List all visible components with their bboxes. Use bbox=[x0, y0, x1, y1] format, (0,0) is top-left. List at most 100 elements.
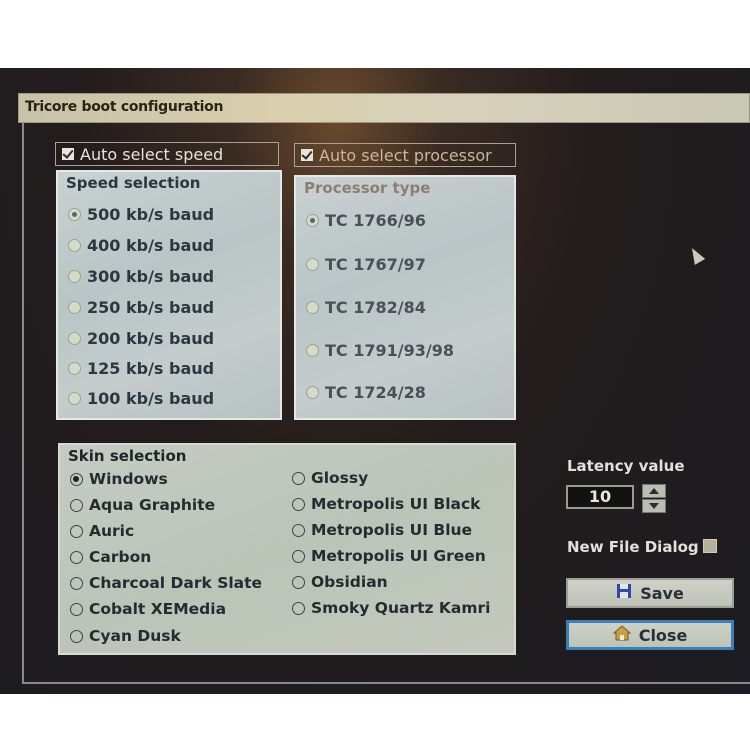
processor-option-tc1767[interactable]: TC 1767/97 bbox=[306, 255, 426, 274]
skin-option-label: Glossy bbox=[311, 469, 369, 487]
latency-decrement-button[interactable] bbox=[642, 499, 666, 513]
skin-option-metropolis-blue[interactable]: Metropolis UI Blue bbox=[292, 521, 472, 539]
radio-icon bbox=[70, 550, 83, 564]
speed-option-500[interactable]: 500 kb/s baud bbox=[68, 205, 214, 224]
skin-option-obsidian[interactable]: Obsidian bbox=[292, 573, 388, 591]
radio-icon bbox=[70, 576, 83, 590]
skin-selection-group: Skin selection Windows Aqua Graphite Aur… bbox=[58, 443, 516, 655]
latency-value-input[interactable]: 10 bbox=[566, 485, 634, 509]
speed-option-300[interactable]: 300 kb/s baud bbox=[68, 267, 214, 286]
close-button[interactable]: Close bbox=[566, 620, 734, 650]
speed-option-label: 200 kb/s baud bbox=[87, 329, 215, 348]
speed-option-200[interactable]: 200 kb/s baud bbox=[68, 329, 214, 348]
skin-option-label: Auric bbox=[89, 522, 135, 540]
radio-selected-icon bbox=[68, 208, 81, 221]
skin-option-label: Obsidian bbox=[311, 573, 388, 591]
radio-icon bbox=[306, 258, 319, 271]
processor-option-label: TC 1791/93/98 bbox=[325, 341, 454, 360]
processor-option-label: TC 1782/84 bbox=[325, 298, 426, 317]
new-file-dialog-checkbox[interactable] bbox=[703, 539, 717, 553]
skin-option-cyan-dusk[interactable]: Cyan Dusk bbox=[70, 627, 181, 645]
processor-option-tc1766[interactable]: TC 1766/96 bbox=[306, 211, 426, 230]
skin-option-cobalt-xemedia[interactable]: Cobalt XEMedia bbox=[70, 600, 226, 618]
radio-icon bbox=[306, 301, 319, 314]
checkbox-checked-icon bbox=[62, 148, 74, 160]
radio-selected-icon bbox=[306, 214, 319, 227]
skin-option-label: Aqua Graphite bbox=[89, 496, 216, 514]
new-file-dialog-label: New File Dialog bbox=[567, 538, 699, 556]
speed-option-label: 300 kb/s baud bbox=[87, 267, 215, 286]
speed-option-label: 250 kb/s baud bbox=[87, 298, 215, 317]
latency-increment-button[interactable] bbox=[642, 484, 666, 498]
radio-selected-icon bbox=[70, 472, 83, 486]
latency-value-label: Latency value bbox=[567, 457, 685, 475]
skin-option-auric[interactable]: Auric bbox=[70, 522, 134, 540]
speed-option-label: 125 kb/s baud bbox=[87, 359, 215, 378]
checkbox-checked-icon bbox=[301, 149, 313, 161]
skin-option-metropolis-black[interactable]: Metropolis UI Black bbox=[292, 495, 480, 513]
skin-option-label: Metropolis UI Black bbox=[311, 495, 481, 513]
skin-option-windows[interactable]: Windows bbox=[70, 470, 168, 488]
skin-option-glossy[interactable]: Glossy bbox=[292, 469, 368, 487]
radio-icon bbox=[68, 392, 81, 405]
speed-option-100[interactable]: 100 kb/s baud bbox=[68, 389, 214, 408]
skin-option-aqua-graphite[interactable]: Aqua Graphite bbox=[70, 496, 215, 514]
skin-option-label: Cobalt XEMedia bbox=[89, 600, 227, 618]
radio-icon bbox=[68, 270, 81, 283]
radio-icon bbox=[292, 549, 305, 563]
skin-option-smoky-quartz-kamri[interactable]: Smoky Quartz Kamri bbox=[292, 599, 491, 617]
radio-icon bbox=[70, 524, 83, 538]
skin-option-label: Windows bbox=[89, 470, 168, 488]
home-icon bbox=[612, 625, 632, 645]
skin-option-charcoal-dark-slate[interactable]: Charcoal Dark Slate bbox=[70, 574, 262, 592]
skin-option-metropolis-green[interactable]: Metropolis UI Green bbox=[292, 547, 486, 565]
radio-icon bbox=[70, 602, 83, 616]
speed-option-label: 100 kb/s baud bbox=[87, 389, 215, 408]
speed-option-label: 400 kb/s baud bbox=[87, 236, 215, 255]
radio-icon bbox=[70, 629, 83, 643]
radio-icon bbox=[68, 332, 81, 345]
title-bar: Tricore boot configuration bbox=[18, 93, 750, 123]
skin-option-label: Smoky Quartz Kamri bbox=[311, 599, 491, 617]
processor-type-legend: Processor type bbox=[304, 179, 431, 197]
radio-icon bbox=[292, 497, 305, 511]
processor-option-tc1724[interactable]: TC 1724/28 bbox=[306, 383, 426, 402]
radio-icon bbox=[292, 601, 305, 615]
auto-select-speed-checkbox[interactable]: Auto select speed bbox=[55, 142, 279, 166]
radio-icon bbox=[306, 386, 319, 399]
skin-option-label: Carbon bbox=[89, 548, 152, 566]
processor-option-tc1782[interactable]: TC 1782/84 bbox=[306, 298, 426, 317]
processor-option-label: TC 1767/97 bbox=[325, 255, 426, 274]
window-title: Tricore boot configuration bbox=[25, 99, 224, 115]
skin-option-label: Metropolis UI Blue bbox=[311, 521, 473, 539]
processor-option-label: TC 1766/96 bbox=[325, 211, 426, 230]
speed-option-125[interactable]: 125 kb/s baud bbox=[68, 359, 214, 378]
processor-option-label: TC 1724/28 bbox=[325, 383, 426, 402]
skin-option-label: Charcoal Dark Slate bbox=[89, 574, 263, 592]
skin-option-carbon[interactable]: Carbon bbox=[70, 548, 151, 566]
skin-option-label: Metropolis UI Green bbox=[311, 547, 486, 565]
speed-option-400[interactable]: 400 kb/s baud bbox=[68, 236, 214, 255]
skin-option-label: Cyan Dusk bbox=[89, 627, 181, 645]
save-button-label: Save bbox=[640, 583, 684, 603]
processor-type-group: Processor type TC 1766/96 TC 1767/97 TC … bbox=[294, 175, 516, 420]
auto-select-processor-checkbox[interactable]: Auto select processor bbox=[294, 143, 516, 167]
radio-icon bbox=[68, 301, 81, 314]
radio-icon bbox=[292, 523, 305, 537]
radio-icon bbox=[70, 498, 83, 512]
speed-option-250[interactable]: 250 kb/s baud bbox=[68, 298, 214, 317]
radio-icon bbox=[68, 362, 81, 375]
radio-icon bbox=[292, 471, 305, 485]
save-button[interactable]: Save bbox=[566, 578, 734, 608]
skin-selection-legend: Skin selection bbox=[68, 447, 187, 465]
radio-icon bbox=[292, 575, 305, 589]
radio-icon bbox=[306, 344, 319, 357]
floppy-disk-icon bbox=[616, 583, 632, 603]
auto-select-speed-label: Auto select speed bbox=[80, 144, 224, 164]
processor-option-tc1791[interactable]: TC 1791/93/98 bbox=[306, 341, 454, 360]
speed-selection-group: Speed selection 500 kb/s baud 400 kb/s b… bbox=[56, 170, 282, 420]
speed-selection-legend: Speed selection bbox=[66, 174, 201, 192]
radio-icon bbox=[68, 239, 81, 252]
speed-option-label: 500 kb/s baud bbox=[87, 205, 215, 224]
auto-select-processor-label: Auto select processor bbox=[319, 145, 492, 165]
